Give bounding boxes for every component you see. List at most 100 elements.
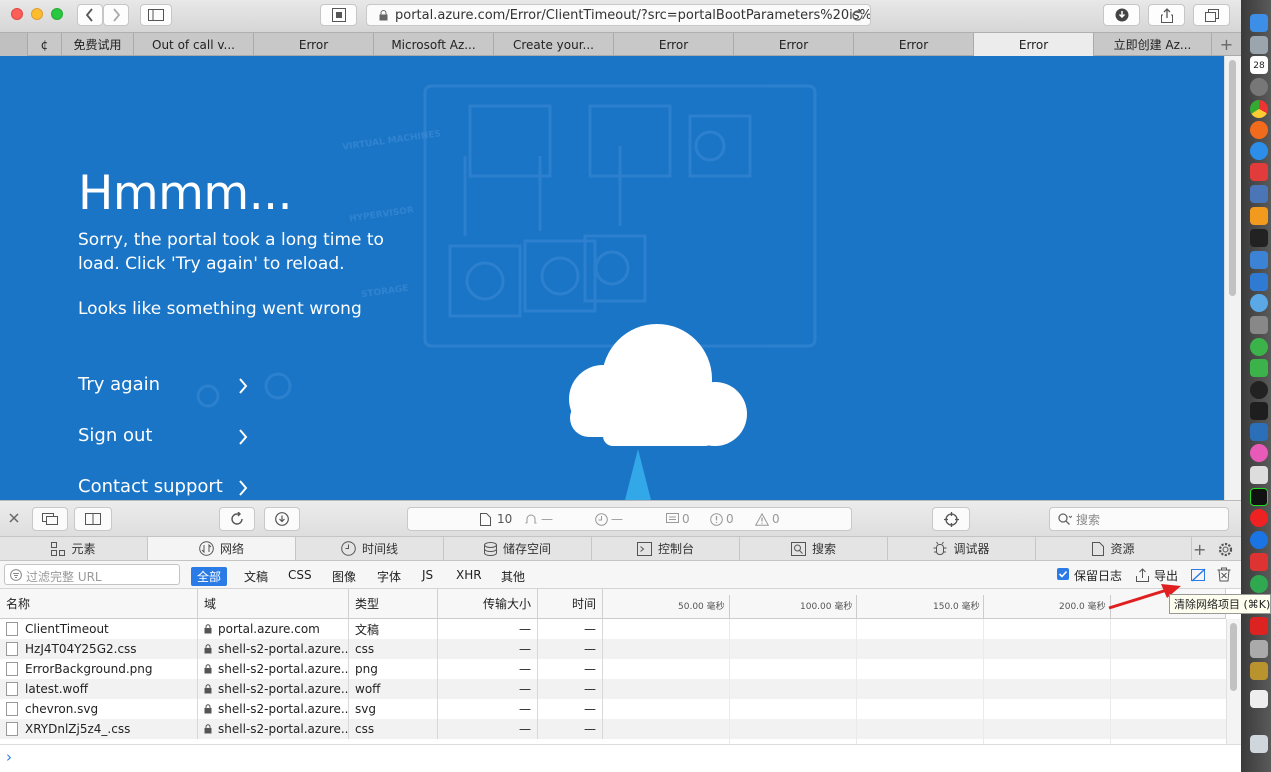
tab-resources[interactable]: 资源 <box>1036 537 1192 560</box>
close-window-button[interactable] <box>11 8 23 20</box>
safari-icon[interactable] <box>1250 142 1268 160</box>
filter-css[interactable]: CSS <box>282 567 318 583</box>
qq-icon[interactable] <box>1250 381 1268 399</box>
reload-icon[interactable] <box>851 9 864 22</box>
table-row[interactable]: latest.woff shell-s2-portal.azure... woff —… <box>0 679 1226 699</box>
share-button[interactable] <box>1148 4 1185 26</box>
page-scrollbar[interactable] <box>1224 56 1241 500</box>
url-filter-input[interactable]: 过滤完整 URL <box>4 564 180 585</box>
tab-overview-button[interactable] <box>1193 4 1230 26</box>
filter-fonts[interactable]: 字体 <box>371 567 407 586</box>
back-button[interactable] <box>77 4 103 26</box>
tab-timelines[interactable]: 时间线 <box>296 537 444 560</box>
app-icon[interactable] <box>1250 359 1268 377</box>
tab-item[interactable]: 免费试用 <box>62 33 134 56</box>
scrollbar-thumb[interactable] <box>1229 60 1236 296</box>
tab-storage[interactable]: 储存空间 <box>444 537 592 560</box>
terminal-icon[interactable] <box>1250 229 1268 247</box>
document-icon[interactable] <box>1250 690 1268 708</box>
try-again-link[interactable]: Try again <box>78 374 253 400</box>
pycharm-icon[interactable] <box>1250 488 1268 506</box>
app-icon[interactable] <box>1250 640 1268 658</box>
trash-icon[interactable] <box>1250 735 1268 753</box>
downloads-button[interactable] <box>1103 4 1140 26</box>
app-icon[interactable] <box>1250 662 1268 680</box>
evernote-icon[interactable] <box>1250 575 1268 593</box>
finder-icon[interactable] <box>1250 14 1268 32</box>
app-icon[interactable] <box>1250 273 1268 291</box>
reader-button[interactable] <box>320 4 357 26</box>
filter-images[interactable]: 图像 <box>326 567 362 586</box>
terminal-icon[interactable] <box>1250 402 1268 420</box>
sidebar-toggle-button[interactable] <box>140 4 172 26</box>
detach-inspector-button[interactable] <box>32 507 68 531</box>
tab-item[interactable]: Out of call v... <box>134 33 254 56</box>
close-inspector-icon[interactable] <box>8 512 20 527</box>
app-icon[interactable] <box>1250 553 1268 571</box>
itunes-icon[interactable] <box>1250 444 1268 462</box>
system-prefs-icon[interactable] <box>1250 78 1268 96</box>
tab-network[interactable]: 网络 <box>148 537 296 560</box>
scrollbar-thumb[interactable] <box>1230 623 1237 691</box>
tab-item[interactable]: Error <box>614 33 734 56</box>
app-icon[interactable] <box>1250 163 1268 181</box>
app-icon[interactable] <box>1250 121 1268 139</box>
sublime-icon[interactable] <box>1250 207 1268 225</box>
console-prompt-area[interactable]: › <box>0 744 1241 772</box>
table-row[interactable]: HzJ4T04Y25G2.css shell-s2-portal.azure...… <box>0 639 1226 659</box>
tab-item[interactable]: Error <box>254 33 374 56</box>
calendar-icon[interactable]: 28 <box>1250 56 1268 74</box>
tab-item-active[interactable]: Error <box>974 33 1094 56</box>
sign-out-link[interactable]: Sign out <box>78 425 253 451</box>
chrome-icon[interactable] <box>1250 100 1268 118</box>
new-tab-button[interactable]: + <box>1212 33 1241 56</box>
weibo-icon[interactable] <box>1250 509 1268 527</box>
contact-support-link[interactable]: Contact support <box>78 476 253 500</box>
filter-xhr[interactable]: XHR <box>450 567 488 583</box>
add-tab-icon[interactable]: + <box>1193 540 1206 559</box>
tab-item[interactable]: Error <box>734 33 854 56</box>
filter-js[interactable]: JS <box>416 567 439 583</box>
inspector-search-input[interactable]: 搜索 <box>1049 507 1229 531</box>
appstore-icon[interactable] <box>1250 531 1268 549</box>
app-icon[interactable] <box>1250 316 1268 334</box>
vscode-icon[interactable] <box>1250 423 1268 441</box>
table-row[interactable]: chevron.svg shell-s2-portal.azure... svg — — <box>0 699 1226 719</box>
tab-console[interactable]: 控制台 <box>592 537 740 560</box>
table-row[interactable]: ClientTimeout portal.azure.com 文稿 — — <box>0 619 1226 639</box>
filter-other[interactable]: 其他 <box>495 567 531 586</box>
tab-item[interactable]: Error <box>854 33 974 56</box>
clear-network-icon[interactable] <box>1217 567 1231 582</box>
app-icon[interactable] <box>1250 466 1268 484</box>
dock-side-button[interactable] <box>74 507 112 531</box>
address-bar[interactable]: portal.azure.com/Error/ClientTimeout/?sr… <box>366 4 871 26</box>
download-archive-button[interactable] <box>264 507 300 531</box>
tab-pinned[interactable] <box>0 33 28 56</box>
launchpad-icon[interactable] <box>1250 36 1268 54</box>
preserve-log-checkbox[interactable] <box>1057 568 1069 580</box>
tab-item[interactable]: Create your... <box>494 33 614 56</box>
table-scrollbar[interactable] <box>1226 619 1241 744</box>
tab-item[interactable]: ¢ <box>28 33 62 56</box>
tab-debugger[interactable]: 调试器 <box>888 537 1036 560</box>
tab-search[interactable]: 搜索 <box>740 537 888 560</box>
preview-icon[interactable] <box>1250 185 1268 203</box>
cache-disabled-icon[interactable] <box>1191 568 1206 582</box>
minimize-window-button[interactable] <box>31 8 43 20</box>
zoom-window-button[interactable] <box>51 8 63 20</box>
table-row[interactable]: ErrorBackground.png shell-s2-portal.azure… <box>0 659 1226 679</box>
filter-all[interactable]: 全部 <box>191 567 228 586</box>
tab-item[interactable]: 立即创建 Az... <box>1094 33 1212 56</box>
table-row[interactable]: XRYDnlZj5z4_.css shell-s2-portal.azure...… <box>0 719 1226 739</box>
gear-icon[interactable] <box>1218 542 1233 557</box>
inspect-element-button[interactable] <box>932 507 970 531</box>
column-header-type[interactable]: 类型 <box>349 589 438 619</box>
column-header-time[interactable]: 时间 <box>538 589 603 619</box>
tab-elements[interactable]: 元素 <box>0 537 148 560</box>
column-header-domain[interactable]: 域 <box>198 589 349 619</box>
forward-button[interactable] <box>103 4 129 26</box>
column-header-name[interactable]: 名称 <box>0 589 198 619</box>
wechat-icon[interactable] <box>1250 338 1268 356</box>
activity-summary[interactable]: 10 — — 0 0 0 <box>407 507 852 531</box>
filter-documents[interactable]: 文稿 <box>238 567 274 586</box>
